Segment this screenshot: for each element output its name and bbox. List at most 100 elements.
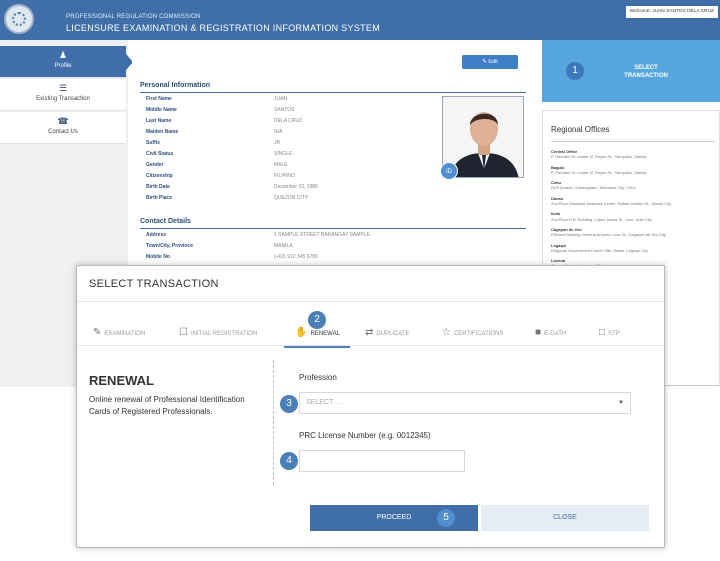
info-row: Birth Place QUEZON CITY [146, 193, 396, 203]
hand-icon: ✋ [295, 327, 308, 339]
office-address: 2nd Floor Standard Business Center, Rafa… [551, 200, 672, 206]
photo-badge: ID [440, 162, 458, 180]
select-transaction-panel[interactable]: 1 SELECT TRANSACTION [542, 40, 720, 102]
tab-label: STP [608, 331, 620, 337]
profession-select[interactable]: SELECT . . . ▼ [299, 392, 631, 414]
row-label: Civil Status [146, 151, 174, 157]
tab-label: CERTIFICATIONS [453, 331, 504, 337]
office-address: Regional Government Center Site, Rawis, … [551, 247, 649, 253]
tab-examination[interactable]: ✎ EXAMINATION [93, 326, 145, 342]
tab-label: E-OATH [544, 331, 567, 337]
step-badge: 1 [566, 62, 584, 80]
select-transaction-modal: SELECT TRANSACTION 2 ✎ EXAMINATION ☐ INITI… [76, 265, 665, 548]
row-value: N/A [274, 129, 283, 135]
profession-label: Profession [299, 373, 337, 382]
caret-down-icon: ▼ [618, 400, 624, 406]
user-icon: ♟ [58, 50, 68, 60]
active-tab-indicator [284, 346, 350, 348]
regional-office-item: Iloilo 2nd Floor R.B. Building, Lopez Jae… [551, 211, 715, 227]
row-value: MALE [274, 162, 288, 168]
pencil-icon: ✎ [93, 327, 102, 339]
phone-icon: ☎ [57, 116, 69, 126]
tab-label: EXAMINATION [104, 331, 146, 337]
system-title: LICENSURE EXAMINATION & REGISTRATION INF… [66, 23, 381, 33]
office-address: 2nd Floor R.B. Building, Lopez Jaena St.… [551, 216, 652, 222]
sidebar-item-contact-us[interactable]: ☎ Contact Us [0, 112, 126, 144]
row-value: 1 SAMPLE STREET BARANGAY SAMPLE [274, 232, 370, 238]
tab-stp[interactable]: □ STP [599, 326, 620, 342]
sidebar-item-label: Profile [54, 63, 72, 69]
section-divider [140, 228, 526, 229]
regional-office-item: Central Office P. Paredes St. corner N. R… [551, 149, 715, 165]
regional-offices-title: Regional Offices [551, 125, 610, 134]
office-address: Efficient Building General Antonio Luna … [551, 232, 666, 238]
info-row: Mobile No (+63) 912 345 6789 [146, 252, 396, 262]
info-row: Last Name DELA CRUZ [146, 116, 396, 126]
video-icon: ■ [535, 327, 542, 339]
row-label: Town/City, Province [146, 243, 194, 249]
sidebar-item-label: Contact Us [48, 129, 78, 135]
step-badge: 3 [280, 395, 298, 413]
list-icon: ☰ [58, 83, 68, 93]
info-row: Maiden Name N/A [146, 127, 396, 137]
info-row: Town/City, Province MANILA [146, 241, 396, 251]
regional-office-item: Cebu RVS Arcade, Subangdaku, Mandaue City… [551, 180, 715, 196]
row-value: JR [274, 140, 281, 146]
sidebar-item-existing-transaction[interactable]: ☰ Existing Transaction [0, 79, 126, 111]
personal-info-heading: Personal Information [140, 82, 211, 89]
app-header: PROFESSIONAL REGULATION COMMISSION LICEN… [0, 0, 720, 40]
star-icon: ☆ [442, 327, 451, 339]
row-label: Mobile No [146, 254, 170, 260]
edit-button-label: Edit [488, 59, 498, 65]
row-value: MANILA [274, 243, 293, 249]
section-divider [551, 141, 715, 142]
tab-label: INITIAL REGISTRATION [190, 331, 258, 337]
info-row: Birth Date December 10, 1985 [146, 182, 396, 192]
modal-title: SELECT TRANSACTION [89, 278, 219, 290]
row-value: DELA CRUZ [274, 118, 303, 124]
row-label: First Name [146, 96, 172, 102]
tab-renewal[interactable]: ✋ RENEWAL [295, 326, 340, 342]
profession-select-value: SELECT . . . [306, 399, 345, 406]
welcome-user[interactable]: Welcome: JUAN SANTOS DELA CRUZ [625, 6, 718, 18]
row-label: Gender [146, 162, 164, 168]
info-row: Address 1 SAMPLE STREET BARANGAY SAMPLE [146, 230, 396, 240]
info-row: Suffix JR [146, 138, 396, 148]
row-value: QUEZON CITY [274, 195, 309, 201]
edit-button[interactable]: ✎ Edit [462, 55, 518, 69]
info-row: First Name JUAN [146, 94, 396, 104]
row-value: SANTOS [274, 107, 295, 113]
license-number-input[interactable] [299, 450, 465, 472]
tab-duplicate[interactable]: ⇄ DUPLICATE [365, 326, 410, 342]
briefcase-icon: □ [599, 327, 606, 339]
regional-office-item: Cagayan de Oro Efficient Building General… [551, 227, 715, 243]
regional-office-item: Davao 2nd Floor Standard Business Center,… [551, 196, 715, 212]
tab-label: RENEWAL [310, 331, 340, 337]
transaction-tabs: ✎ EXAMINATION ☐ INITIAL REGISTRATION ✋ RENE… [77, 322, 664, 346]
contact-details-heading: Contact Details [140, 218, 191, 225]
tab-label: DUPLICATE [376, 331, 410, 337]
tab-initial-registration[interactable]: ☐ INITIAL REGISTRATION [179, 326, 257, 342]
page: PROFESSIONAL REGULATION COMMISSION LICEN… [0, 0, 720, 561]
renewal-heading: RENEWAL [89, 373, 154, 388]
renewal-description: Online renewal of Professional Identific… [89, 395, 245, 416]
regional-office-item: Legazpi Regional Government Center Site, … [551, 243, 715, 259]
modal-divider [77, 301, 664, 302]
step-badge: 5 [437, 509, 455, 527]
row-value: (+63) 912 345 6789 [274, 254, 318, 260]
sidebar-item-profile[interactable]: ♟ Profile [0, 46, 126, 78]
office-address: RVS Arcade, Subangdaku, Mandaue City, Ce… [551, 185, 636, 191]
tab-e-oath[interactable]: ■ E-OATH [535, 326, 566, 342]
row-label: Maiden Name [146, 129, 179, 135]
row-label: Last Name [146, 118, 172, 124]
prc-seal-logo [4, 4, 34, 34]
info-row: Citizenship FILIPINO [146, 171, 396, 181]
row-label: Address [146, 232, 167, 238]
tab-certifications[interactable]: ☆ CERTIFICATIONS [442, 326, 503, 342]
close-button[interactable]: CLOSE [481, 505, 649, 531]
select-transaction-label: SELECT TRANSACTION [624, 65, 668, 79]
office-address: P. Paredes St. corner N. Reyes St., Samp… [551, 154, 647, 160]
profile-panel: ✎ Edit Personal Information First Name JU… [132, 40, 536, 280]
info-row: Gender MALE [146, 160, 396, 170]
row-label: Suffix [146, 140, 160, 146]
